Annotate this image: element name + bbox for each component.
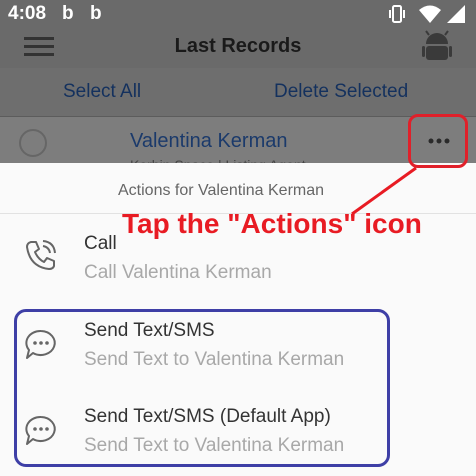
sms-options-highlight [14, 309, 390, 467]
annotation-text: Tap the "Actions" icon [122, 208, 422, 239]
